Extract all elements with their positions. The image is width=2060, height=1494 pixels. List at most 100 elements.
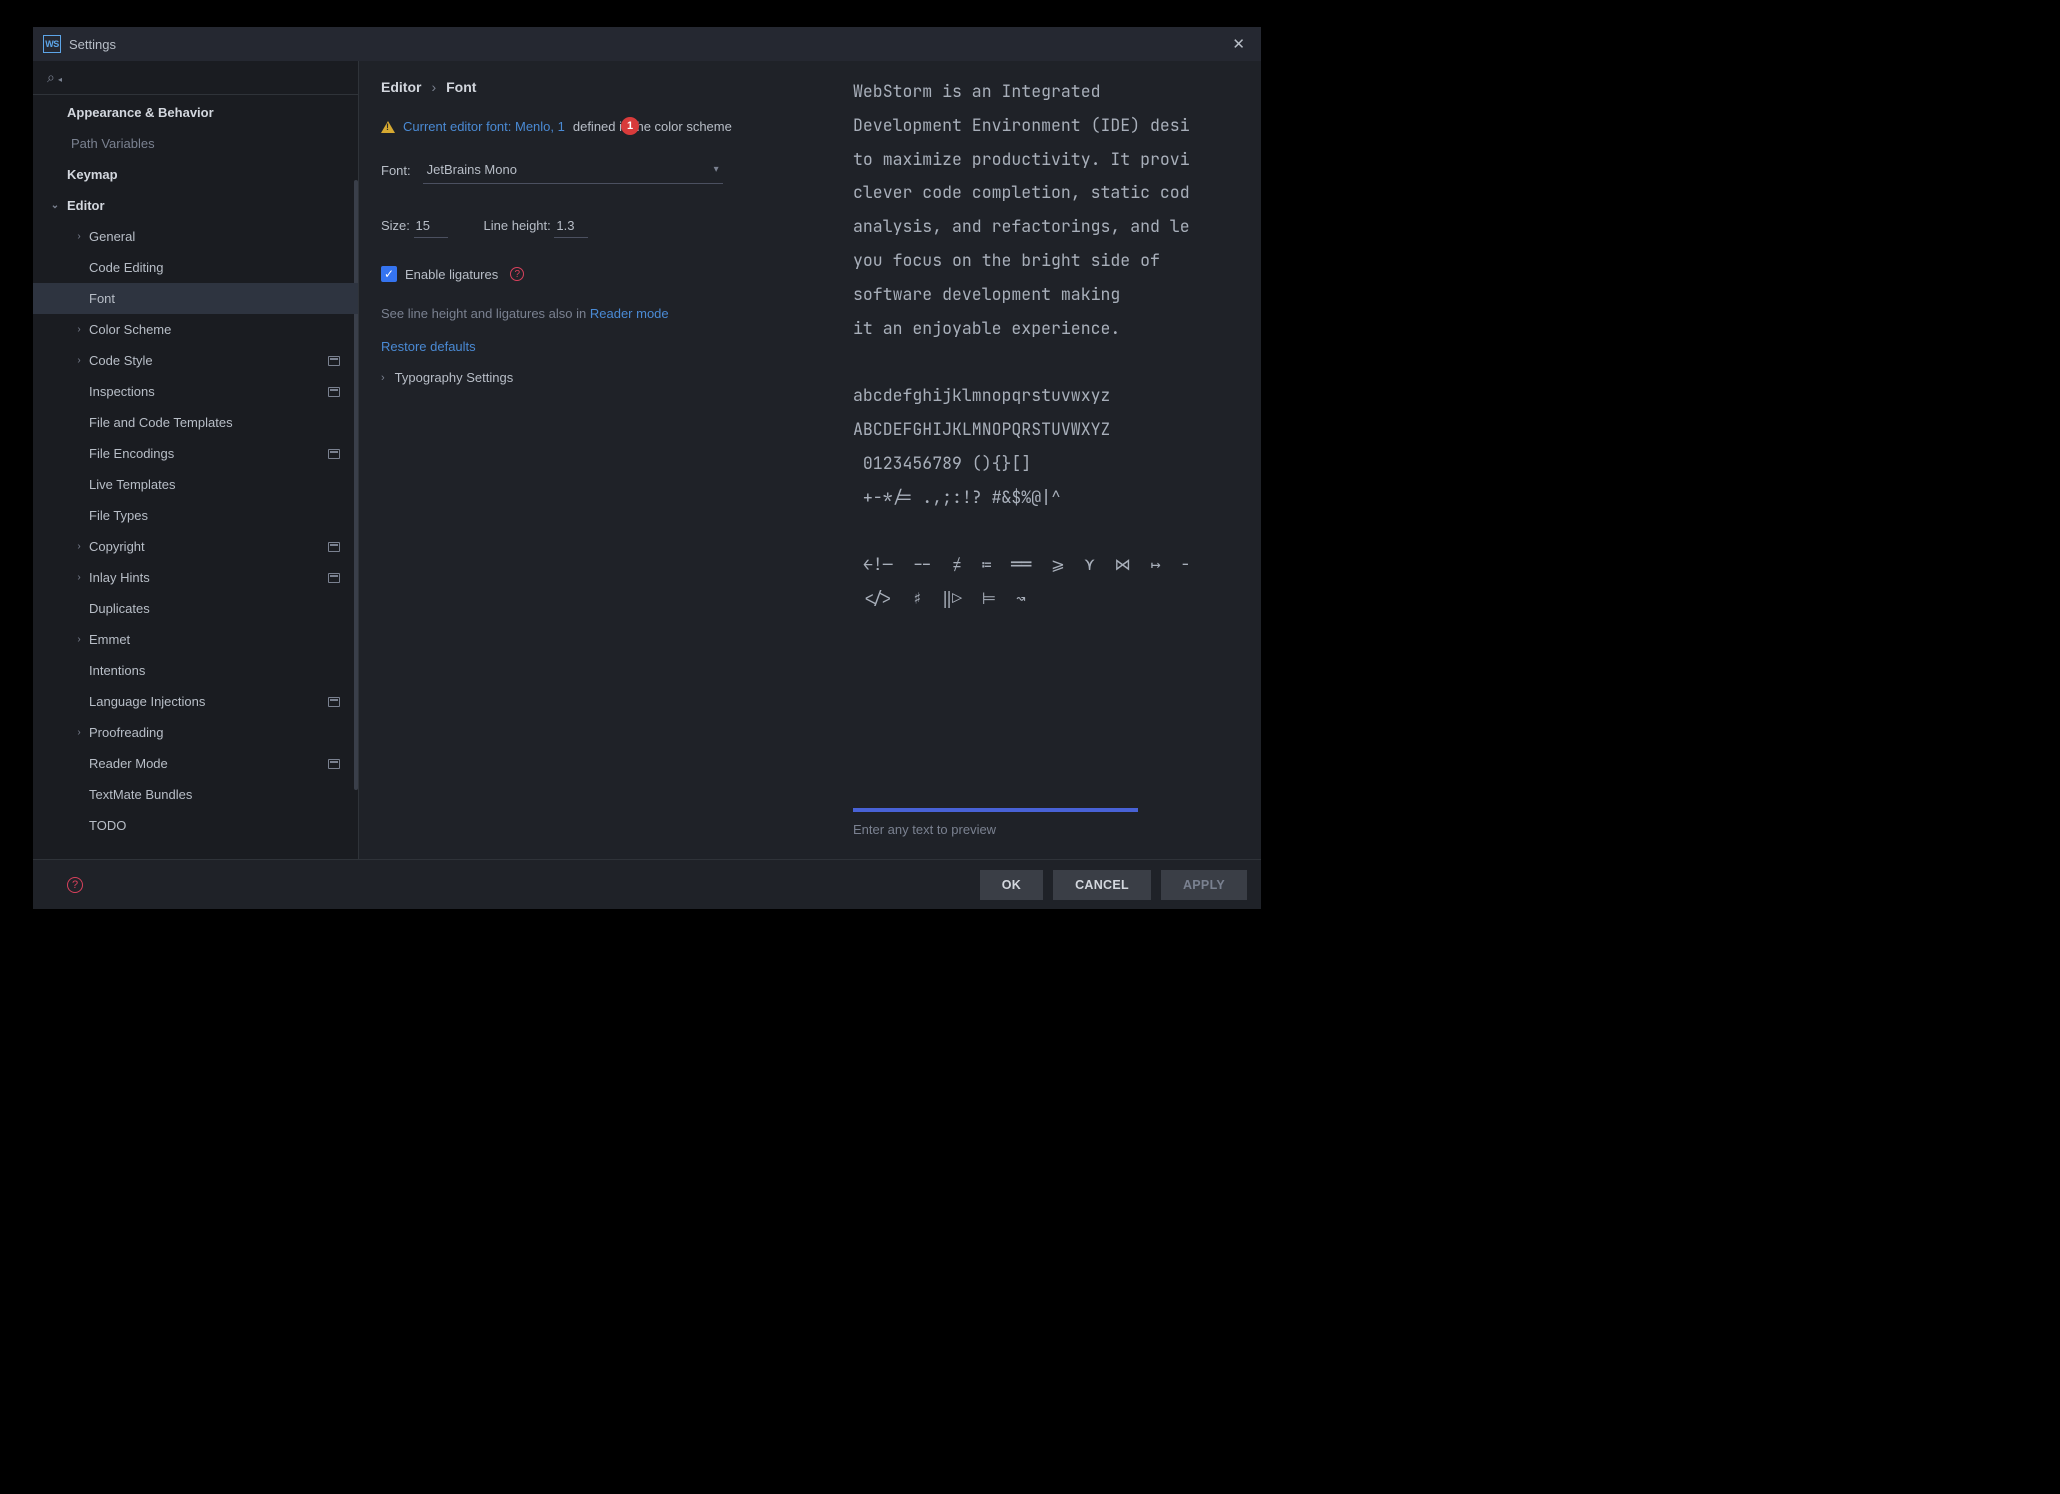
warning-row: Current editor font: Menlo, 1 1 defined … (381, 119, 827, 134)
chevron-icon: › (73, 324, 85, 335)
sidebar-item-label: Editor (67, 198, 105, 213)
chevron-down-icon: ▾ (714, 164, 719, 175)
sidebar-item-reader-mode[interactable]: Reader Mode (33, 748, 358, 779)
sidebar-item-label: Inlay Hints (89, 570, 150, 585)
sidebar-item-file-encodings[interactable]: File Encodings (33, 438, 358, 469)
sidebar-item-inlay-hints[interactable]: › Inlay Hints (33, 562, 358, 593)
reader-mode-hint: See line height and ligatures also in Re… (381, 306, 827, 321)
sidebar-item-keymap[interactable]: Keymap (33, 159, 358, 190)
sidebar-item-label: File Types (89, 508, 148, 523)
lineheight-label: Line height: (484, 218, 551, 233)
font-preview[interactable]: WebStorm is an Integrated Development En… (849, 71, 1261, 802)
sidebar-item-label: Reader Mode (89, 756, 168, 771)
project-scope-icon (328, 697, 340, 707)
breadcrumb-font: Font (446, 79, 476, 95)
help-icon[interactable]: ? (67, 877, 83, 893)
dialog-footer: ? OK CANCEL APPLY (33, 859, 1261, 909)
notification-badge: 1 (621, 117, 639, 135)
settings-dialog: WS Settings ✕ ⌕ Appearance & Behavior Pat… (32, 26, 1262, 910)
sidebar-item-live-templates[interactable]: Live Templates (33, 469, 358, 500)
cancel-button[interactable]: CANCEL (1053, 870, 1151, 900)
sidebar-item-label: Proofreading (89, 725, 163, 740)
size-label: Size: (381, 218, 410, 233)
sidebar-item-copyright[interactable]: › Copyright (33, 531, 358, 562)
sidebar-item-label: Emmet (89, 632, 130, 647)
project-scope-icon (328, 449, 340, 459)
sidebar-item-inspections[interactable]: Inspections (33, 376, 358, 407)
sidebar-item-code-style[interactable]: › Code Style (33, 345, 358, 376)
sidebar-item-label: Color Scheme (89, 322, 171, 337)
app-logo: WS (43, 35, 61, 53)
apply-button[interactable]: APPLY (1161, 870, 1247, 900)
chevron-icon: › (73, 355, 85, 366)
typography-settings-expander[interactable]: › Typography Settings (381, 370, 827, 385)
sidebar-item-label: File Encodings (89, 446, 174, 461)
sidebar-item-label: Code Style (89, 353, 153, 368)
sidebar-item-general[interactable]: › General (33, 221, 358, 252)
sidebar-item-appearance-behavior[interactable]: Appearance & Behavior (33, 97, 358, 128)
sidebar-item-label: Font (89, 291, 115, 306)
project-scope-icon (328, 356, 340, 366)
sidebar-item-label: Appearance & Behavior (67, 105, 214, 120)
font-dropdown[interactable]: JetBrains Mono ▾ (423, 156, 723, 184)
sidebar-item-textmate-bundles[interactable]: TextMate Bundles (33, 779, 358, 810)
chevron-icon: › (73, 727, 85, 738)
project-scope-icon (328, 387, 340, 397)
search-row[interactable]: ⌕ (33, 61, 358, 95)
sidebar-item-label: Intentions (89, 663, 145, 678)
titlebar: WS Settings ✕ (33, 27, 1261, 61)
sidebar-item-label: TextMate Bundles (89, 787, 192, 802)
sidebar-item-language-injections[interactable]: Language Injections (33, 686, 358, 717)
chevron-icon: › (73, 541, 85, 552)
sidebar-item-duplicates[interactable]: Duplicates (33, 593, 358, 624)
ligatures-checkbox[interactable]: ✓ (381, 266, 397, 282)
sidebar-item-editor[interactable]: ⌄ Editor (33, 190, 358, 221)
project-scope-icon (328, 759, 340, 769)
sidebar-item-label: TODO (89, 818, 126, 833)
breadcrumb: Editor › Font (381, 79, 827, 95)
ligatures-label: Enable ligatures (405, 267, 498, 282)
sidebar-item-label: Copyright (89, 539, 145, 554)
project-scope-icon (328, 542, 340, 552)
ok-button[interactable]: OK (980, 870, 1043, 900)
warning-link[interactable]: Current editor font: Menlo, 1 (403, 119, 565, 134)
preview-divider[interactable] (853, 808, 1138, 812)
project-scope-icon (328, 573, 340, 583)
sidebar-item-label: General (89, 229, 135, 244)
sidebar: ⌕ Appearance & Behavior Path Variables Key… (33, 61, 359, 859)
size-input[interactable] (414, 214, 448, 238)
help-icon[interactable]: ? (510, 267, 524, 281)
breadcrumb-editor[interactable]: Editor (381, 79, 421, 95)
preview-hint: Enter any text to preview (849, 818, 1261, 849)
sidebar-item-label: Path Variables (71, 136, 155, 151)
sidebar-item-label: Keymap (67, 167, 118, 182)
chevron-icon: › (73, 634, 85, 645)
sidebar-item-label: Duplicates (89, 601, 150, 616)
reader-mode-link[interactable]: Reader mode (590, 306, 669, 321)
close-icon[interactable]: ✕ (1226, 31, 1251, 57)
lineheight-input[interactable] (554, 214, 588, 238)
sidebar-item-label: Language Injections (89, 694, 205, 709)
chevron-icon: ⌄ (49, 200, 61, 211)
sidebar-item-emmet[interactable]: › Emmet (33, 624, 358, 655)
dialog-title: Settings (69, 37, 116, 52)
warning-tail: defined in the color scheme (573, 119, 732, 134)
chevron-icon: › (73, 231, 85, 242)
font-value: JetBrains Mono (427, 162, 517, 177)
sidebar-item-color-scheme[interactable]: › Color Scheme (33, 314, 358, 345)
sidebar-item-label: Inspections (89, 384, 155, 399)
sidebar-item-path-variables[interactable]: Path Variables (33, 128, 358, 159)
restore-defaults-link[interactable]: Restore defaults (381, 339, 827, 354)
settings-tree: Appearance & Behavior Path Variables Keyma… (33, 95, 358, 859)
sidebar-item-intentions[interactable]: Intentions (33, 655, 358, 686)
warning-icon (381, 121, 395, 133)
font-label: Font: (381, 163, 411, 178)
sidebar-item-code-editing[interactable]: Code Editing (33, 252, 358, 283)
sidebar-item-file-and-code-templates[interactable]: File and Code Templates (33, 407, 358, 438)
sidebar-item-todo[interactable]: TODO (33, 810, 358, 841)
sidebar-item-file-types[interactable]: File Types (33, 500, 358, 531)
sidebar-item-font[interactable]: Font (33, 283, 358, 314)
sidebar-item-proofreading[interactable]: › Proofreading (33, 717, 358, 748)
sidebar-item-label: Live Templates (89, 477, 175, 492)
chevron-icon: › (73, 572, 85, 583)
